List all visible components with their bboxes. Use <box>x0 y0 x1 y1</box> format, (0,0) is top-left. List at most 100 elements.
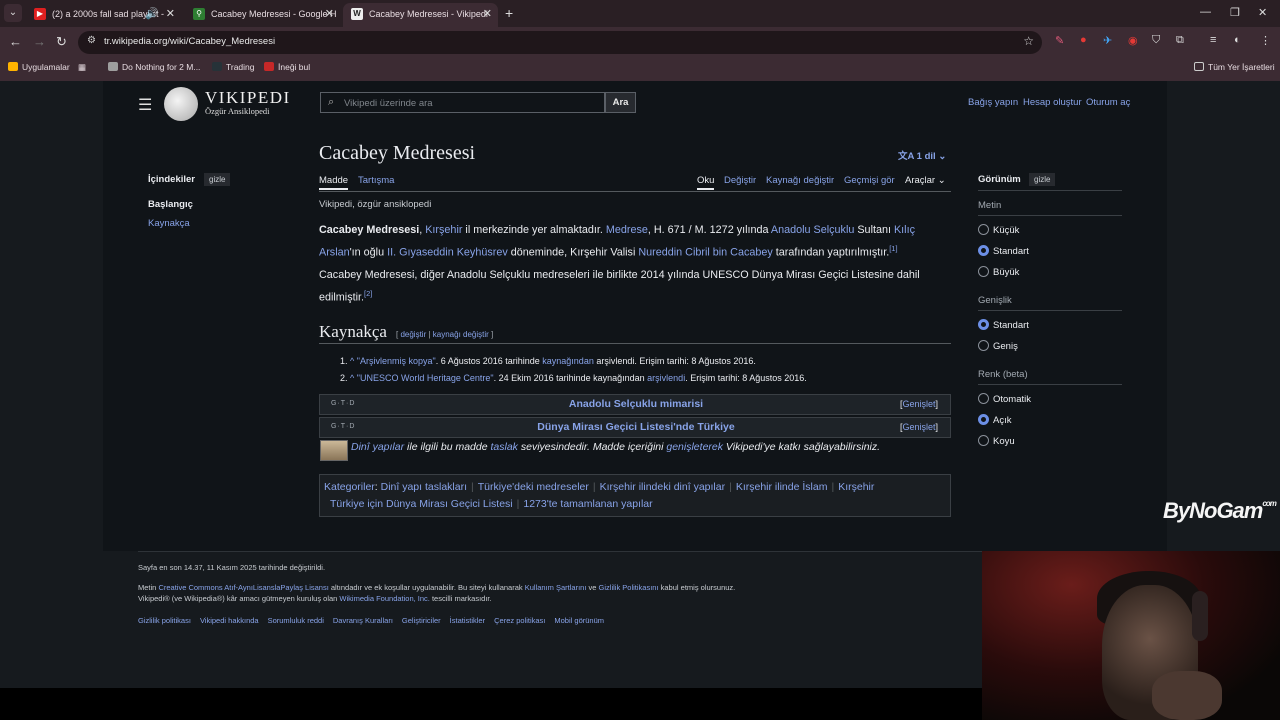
category-link[interactable]: Dinî yapı taslakları <box>381 481 467 493</box>
all-bookmarks-folder[interactable]: Tüm Yer İşaretleri <box>1194 62 1275 72</box>
search-button[interactable]: Ara <box>605 92 636 113</box>
link-anadolu-selcuklu[interactable]: Anadolu Selçuklu <box>771 224 854 236</box>
translate-icon: 文A <box>898 151 915 162</box>
navbox-expand-button[interactable]: [Genişlet] <box>900 422 938 432</box>
navbox: G·T·D Anadolu Selçuklu mimarisi [Genişle… <box>319 394 951 415</box>
radio-width-standard[interactable]: Standart <box>978 319 1029 331</box>
tab-talk[interactable]: Tartışma <box>358 175 394 186</box>
address-bar[interactable]: ⚙ tr.wikipedia.org/wiki/Cacabey_Medreses… <box>78 31 1042 54</box>
footer-link[interactable]: Mobil görünüm <box>554 616 604 625</box>
tab-search-dropdown-icon[interactable]: ⌄ <box>4 4 22 22</box>
category-link[interactable]: Kırşehir ilinde İslam <box>736 481 828 493</box>
tab-youtube[interactable]: ▶ (2) a 2000s fall sad playlist - 🔊 ✕ <box>26 3 181 27</box>
toc-item-references[interactable]: Kaynakça <box>148 218 190 229</box>
radio-color-auto[interactable]: Otomatik <box>978 393 1031 405</box>
stub-notice: Dinî yapılar ile ilgili bu madde taslak … <box>351 441 881 453</box>
bookmark-item[interactable]: Do Nothing for 2 M... <box>108 62 200 72</box>
link-kirsehir[interactable]: Kırşehir <box>425 224 462 236</box>
edit-section-link[interactable]: değiştir <box>400 330 426 339</box>
archive-link[interactable]: kaynağından <box>542 356 594 366</box>
link-keyhusrev[interactable]: II. Gıyaseddin Keyhüsrev <box>387 246 508 258</box>
apps-grid-icon[interactable]: ▦ <box>78 62 86 73</box>
trademark-text: Vikipedi® (ve Wikipedia®) kâr amacı gütm… <box>138 594 492 603</box>
footer-link[interactable]: Davranış Kuralları <box>333 616 393 625</box>
footer-link[interactable]: Vikipedi hakkında <box>200 616 259 625</box>
reference-link[interactable]: "Arşivlenmiş kopya" <box>357 356 436 366</box>
extension-icon[interactable]: ✈ <box>1103 34 1112 47</box>
tools-menu[interactable]: Araçlar ⌄ <box>905 175 946 186</box>
close-tab-icon[interactable]: ✕ <box>325 3 334 25</box>
radio-color-light[interactable]: Açık <box>978 414 1011 426</box>
avatar[interactable]: ◐ <box>1234 34 1241 46</box>
minimize-icon[interactable]: — <box>1200 6 1211 18</box>
link-nureddin[interactable]: Nureddin Cibril bin Cacabey <box>638 246 772 258</box>
category-link[interactable]: Kırşehir ilindeki dinî yapılar <box>600 481 725 493</box>
extensions-puzzle-icon[interactable]: ⧉ <box>1176 34 1184 47</box>
footer-link[interactable]: İstatistikler <box>450 616 485 625</box>
extension-icon[interactable]: ✎ <box>1055 34 1064 47</box>
forward-icon[interactable]: → <box>33 34 46 49</box>
category-link[interactable]: 1273'te tamamlanan yapılar <box>523 498 652 510</box>
edit-source-section-link[interactable]: kaynağı değiştir <box>433 330 489 339</box>
wikipedia-logo[interactable] <box>164 87 198 121</box>
restore-icon[interactable]: ❐ <box>1230 6 1240 19</box>
bookmark-item[interactable]: İneği bul <box>264 62 310 72</box>
radio-color-dark[interactable]: Koyu <box>978 435 1015 447</box>
toc-hide-button[interactable]: gizle <box>204 173 231 186</box>
radio-width-wide[interactable]: Geniş <box>978 340 1018 352</box>
radio-text-small[interactable]: Küçük <box>978 224 1019 236</box>
new-tab-icon[interactable]: + <box>505 4 513 22</box>
audio-playing-icon[interactable]: 🔊 <box>145 3 159 25</box>
main-menu-icon[interactable]: ☰ <box>138 95 152 115</box>
navbox-title[interactable]: Anadolu Selçuklu mimarisi <box>320 398 952 410</box>
media-control-icon[interactable]: ≡ <box>1210 34 1216 46</box>
footer-link[interactable]: Gizlilik politikası <box>138 616 191 625</box>
tab-history[interactable]: Geçmişi gör <box>844 175 895 186</box>
reference-marker[interactable]: [1] <box>889 244 897 253</box>
appearance-hide-button[interactable]: gizle <box>1029 173 1056 186</box>
toc-item-start[interactable]: Başlangıç <box>148 199 193 210</box>
tab-article[interactable]: Madde <box>319 175 349 190</box>
category-link[interactable]: Türkiye için Dünya Mirası Geçici Listesi <box>330 498 513 510</box>
close-tab-icon[interactable]: ✕ <box>166 3 175 25</box>
footer-link[interactable]: Sorumluluk reddi <box>268 616 324 625</box>
reload-icon[interactable]: ↻ <box>56 34 67 50</box>
footer-link[interactable]: Çerez politikası <box>494 616 545 625</box>
menu-icon[interactable]: ⋮ <box>1260 34 1271 47</box>
radio-text-standard[interactable]: Standart <box>978 245 1029 257</box>
archive-link[interactable]: arşivlendi <box>647 373 685 383</box>
tab-edit-source[interactable]: Kaynağı değiştir <box>766 175 834 186</box>
search-input[interactable] <box>344 95 594 111</box>
shield-icon[interactable]: ⛉ <box>1152 34 1160 47</box>
logo-title[interactable]: VIKIPEDI <box>205 88 291 108</box>
login-link[interactable]: Oturum aç <box>1086 97 1130 108</box>
reference-marker[interactable]: [2] <box>364 289 372 298</box>
navbox-title[interactable]: Dünya Mirası Geçici Listesi'nde Türkiye <box>320 421 952 433</box>
back-icon[interactable]: ← <box>9 34 22 49</box>
category-link[interactable]: Kırşehir <box>838 481 874 493</box>
tab-google-maps[interactable]: ⚲ Cacabey Medresesi - Google H ✕ <box>185 3 340 27</box>
navbox-expand-button[interactable]: [Genişlet] <box>900 399 938 409</box>
language-button[interactable]: 文A 1 dil ⌄ <box>898 148 946 162</box>
chevron-down-icon: ⌄ <box>938 151 947 162</box>
link-medrese[interactable]: Medrese <box>606 224 648 236</box>
extension-icon[interactable]: ● <box>1080 34 1087 46</box>
footer-link[interactable]: Geliştiriciler <box>402 616 441 625</box>
tab-wikipedia[interactable]: W Cacabey Medresesi - Vikipedi ✕ <box>343 3 498 27</box>
bookmark-apps[interactable]: Uygulamalar <box>8 62 70 72</box>
bookmark-star-icon[interactable]: ☆ <box>1023 34 1034 48</box>
create-account-link[interactable]: Hesap oluştur <box>1023 97 1082 108</box>
category-link[interactable]: Türkiye'deki medreseler <box>478 481 589 493</box>
bookmark-item[interactable]: Trading <box>212 62 255 72</box>
site-info-icon[interactable]: ⚙ <box>87 35 96 46</box>
text-size-label: Metin <box>978 200 1002 211</box>
close-window-icon[interactable]: ✕ <box>1258 6 1267 19</box>
donate-link[interactable]: Bağış yapın <box>968 97 1018 108</box>
extension-icon[interactable]: ◉ <box>1128 34 1138 47</box>
tab-read[interactable]: Oku <box>697 175 715 190</box>
radio-text-large[interactable]: Büyük <box>978 266 1019 278</box>
close-tab-icon[interactable]: ✕ <box>483 3 492 25</box>
tab-edit[interactable]: Değiştir <box>724 175 756 186</box>
categories-label[interactable]: Kategoriler <box>324 481 375 493</box>
reference-link[interactable]: "UNESCO World Heritage Centre" <box>357 373 494 383</box>
